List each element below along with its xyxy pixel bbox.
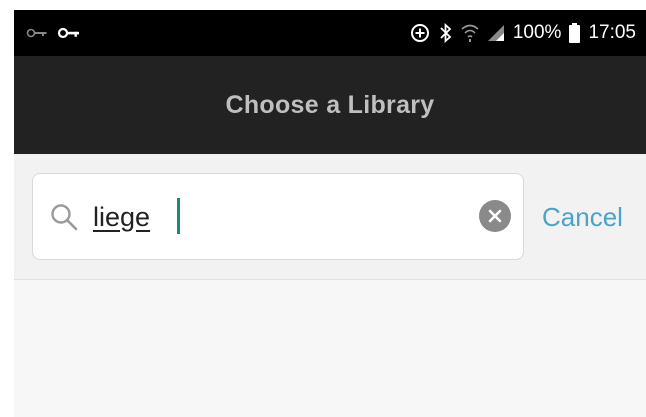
search-bar: Cancel — [14, 154, 646, 280]
battery-percent: 100% — [512, 22, 562, 43]
results-list — [14, 280, 646, 417]
data-saver-icon — [409, 22, 431, 44]
close-icon — [488, 209, 502, 223]
cancel-button[interactable]: Cancel — [542, 200, 623, 234]
clear-search-button[interactable] — [479, 200, 511, 232]
app-screen: 100% 17:05 Choose a Library liege Cancel — [14, 10, 646, 417]
status-time: 17:05 — [588, 22, 636, 43]
key-icon — [58, 27, 80, 39]
battery-icon — [569, 23, 581, 43]
wifi-icon — [461, 23, 479, 43]
search-input[interactable] — [93, 194, 453, 240]
cell-signal-icon — [487, 24, 505, 42]
page-title: Choose a Library — [225, 90, 435, 119]
bluetooth-icon — [439, 22, 453, 44]
search-icon — [49, 202, 79, 232]
search-field[interactable] — [32, 173, 524, 260]
header-bar: Choose a Library — [14, 56, 646, 154]
status-bar: 100% 17:05 — [14, 10, 646, 56]
vpn-key-icon — [26, 27, 48, 39]
text-cursor — [177, 198, 180, 234]
